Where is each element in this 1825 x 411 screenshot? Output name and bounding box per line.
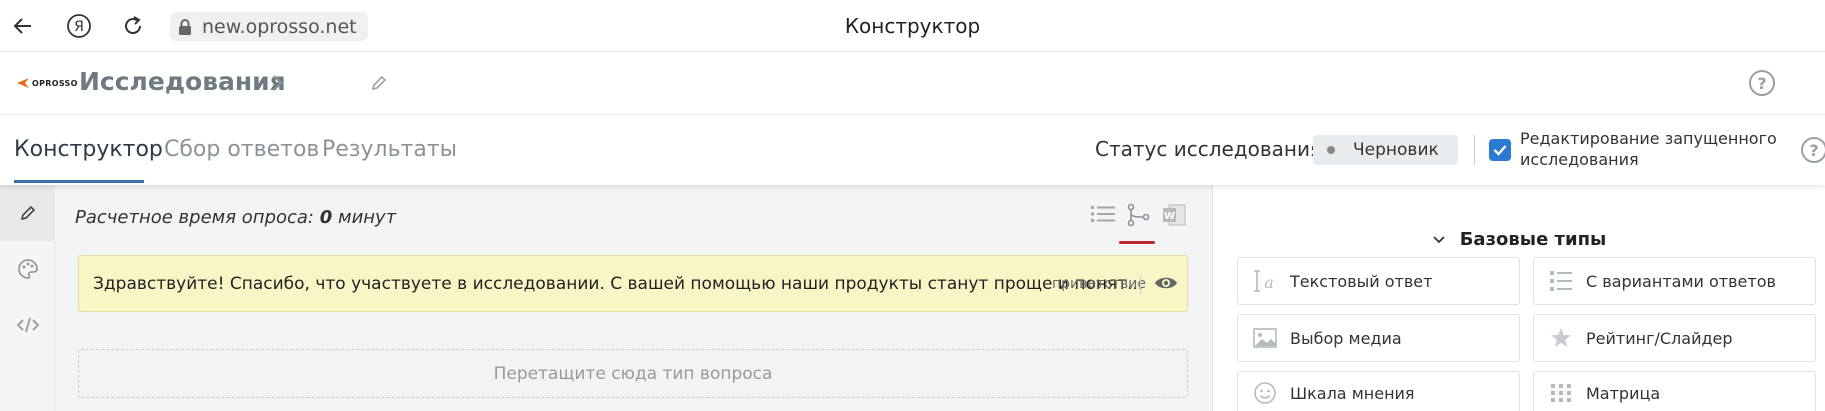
qtype-label: Выбор медиа <box>1290 328 1402 348</box>
question-types-panel: Базовые типы a Текстовый ответ С вариант… <box>1212 185 1825 411</box>
options-icon <box>1548 268 1574 294</box>
qtype-label: С вариантами ответов <box>1586 271 1776 291</box>
welcome-message-card[interactable]: Здравствуйте! Спасибо, что участвуете в … <box>78 255 1188 312</box>
smiley-icon <box>1252 380 1278 406</box>
browser-toolbar: Я new.oprosso.net Конструктор <box>0 0 1825 52</box>
qtype-text-answer[interactable]: a Текстовый ответ <box>1237 257 1520 305</box>
tab-constructor[interactable]: Конструктор <box>14 137 163 162</box>
est-time-prefix: Расчетное время опроса: <box>75 207 315 228</box>
qtype-media-choice[interactable]: Выбор медиа <box>1237 314 1520 362</box>
section-title: Базовые типы <box>1459 229 1607 250</box>
divider <box>1474 135 1475 165</box>
section-header[interactable]: Базовые типы <box>1213 229 1825 250</box>
tab-collect-responses[interactable]: Сбор ответов <box>164 137 319 162</box>
rail-item-design[interactable] <box>0 241 55 297</box>
breadcrumb[interactable]: Исследования <box>79 67 286 96</box>
qtype-label: Матрица <box>1586 383 1661 403</box>
help-icon[interactable]: ? <box>1749 70 1775 96</box>
list-icon[interactable] <box>1090 202 1116 226</box>
qtype-label: Текстовый ответ <box>1290 271 1433 291</box>
status-value: Черновик <box>1353 140 1439 160</box>
qtype-label: Рейтинг/Слайдер <box>1586 328 1733 348</box>
branch-icon[interactable] <box>1125 202 1151 228</box>
qtype-multiple-choice[interactable]: С вариантами ответов <box>1533 257 1816 305</box>
divider <box>1140 276 1141 294</box>
est-time-value: 0 <box>319 207 333 228</box>
chevron-right-icon <box>273 75 283 91</box>
edit-running-checkbox[interactable] <box>1489 139 1511 161</box>
word-icon[interactable]: W <box>1161 202 1187 228</box>
estimated-time: Расчетное время опроса: 0 минут <box>75 207 396 228</box>
est-time-unit: минут <box>338 207 397 228</box>
survey-canvas: Расчетное время опроса: 0 минут W Здравс… <box>55 185 1212 411</box>
welcome-tag: приветствие <box>1052 276 1146 292</box>
checkmark-icon <box>1493 145 1507 156</box>
active-tab-indicator <box>14 180 144 183</box>
question-dropzone[interactable]: Перетащите сюда тип вопроса <box>78 349 1188 398</box>
help-icon[interactable]: ? <box>1801 137 1825 163</box>
qtype-matrix[interactable]: Матрица <box>1533 371 1816 411</box>
status-dot-icon <box>1327 146 1335 154</box>
left-rail <box>0 185 55 411</box>
tab-results[interactable]: Результаты <box>322 137 457 162</box>
code-icon <box>16 317 39 333</box>
edit-running-label: Редактирование запущенного исследования <box>1520 129 1777 169</box>
app-header: OPROSSO Исследования ? <box>0 52 1825 115</box>
pencil-icon <box>20 205 35 221</box>
image-icon <box>1252 325 1278 351</box>
rail-item-code[interactable] <box>0 297 55 353</box>
star-icon <box>1548 325 1574 351</box>
browser-page-title: Конструктор <box>844 14 981 38</box>
logo-mark-icon <box>17 78 29 88</box>
status-dropdown[interactable]: Черновик <box>1313 135 1458 165</box>
logo[interactable]: OPROSSO <box>16 77 78 89</box>
qtype-rating-slider[interactable]: Рейтинг/Слайдер <box>1533 314 1816 362</box>
chevron-down-icon <box>1433 235 1445 243</box>
grid-icon <box>1548 380 1574 406</box>
rail-item-edit[interactable] <box>0 185 55 241</box>
qtype-label: Шкала мнения <box>1290 383 1415 403</box>
status-label: Статус исследования: <box>1095 137 1329 161</box>
qtype-opinion-scale[interactable]: Шкала мнения <box>1237 371 1520 411</box>
tabs-bar: Конструктор Сбор ответов Результаты Стат… <box>0 115 1825 185</box>
svg-text:W: W <box>1164 211 1175 222</box>
svg-text:a: a <box>1264 273 1274 292</box>
palette-icon <box>17 259 38 279</box>
edit-title-icon[interactable] <box>370 74 388 92</box>
welcome-text: Здравствуйте! Спасибо, что участвуете в … <box>93 274 1144 294</box>
text-icon: a <box>1252 268 1278 294</box>
active-view-marker <box>1119 241 1155 244</box>
logo-text: OPROSSO <box>32 78 78 88</box>
eye-icon[interactable] <box>1154 274 1178 292</box>
